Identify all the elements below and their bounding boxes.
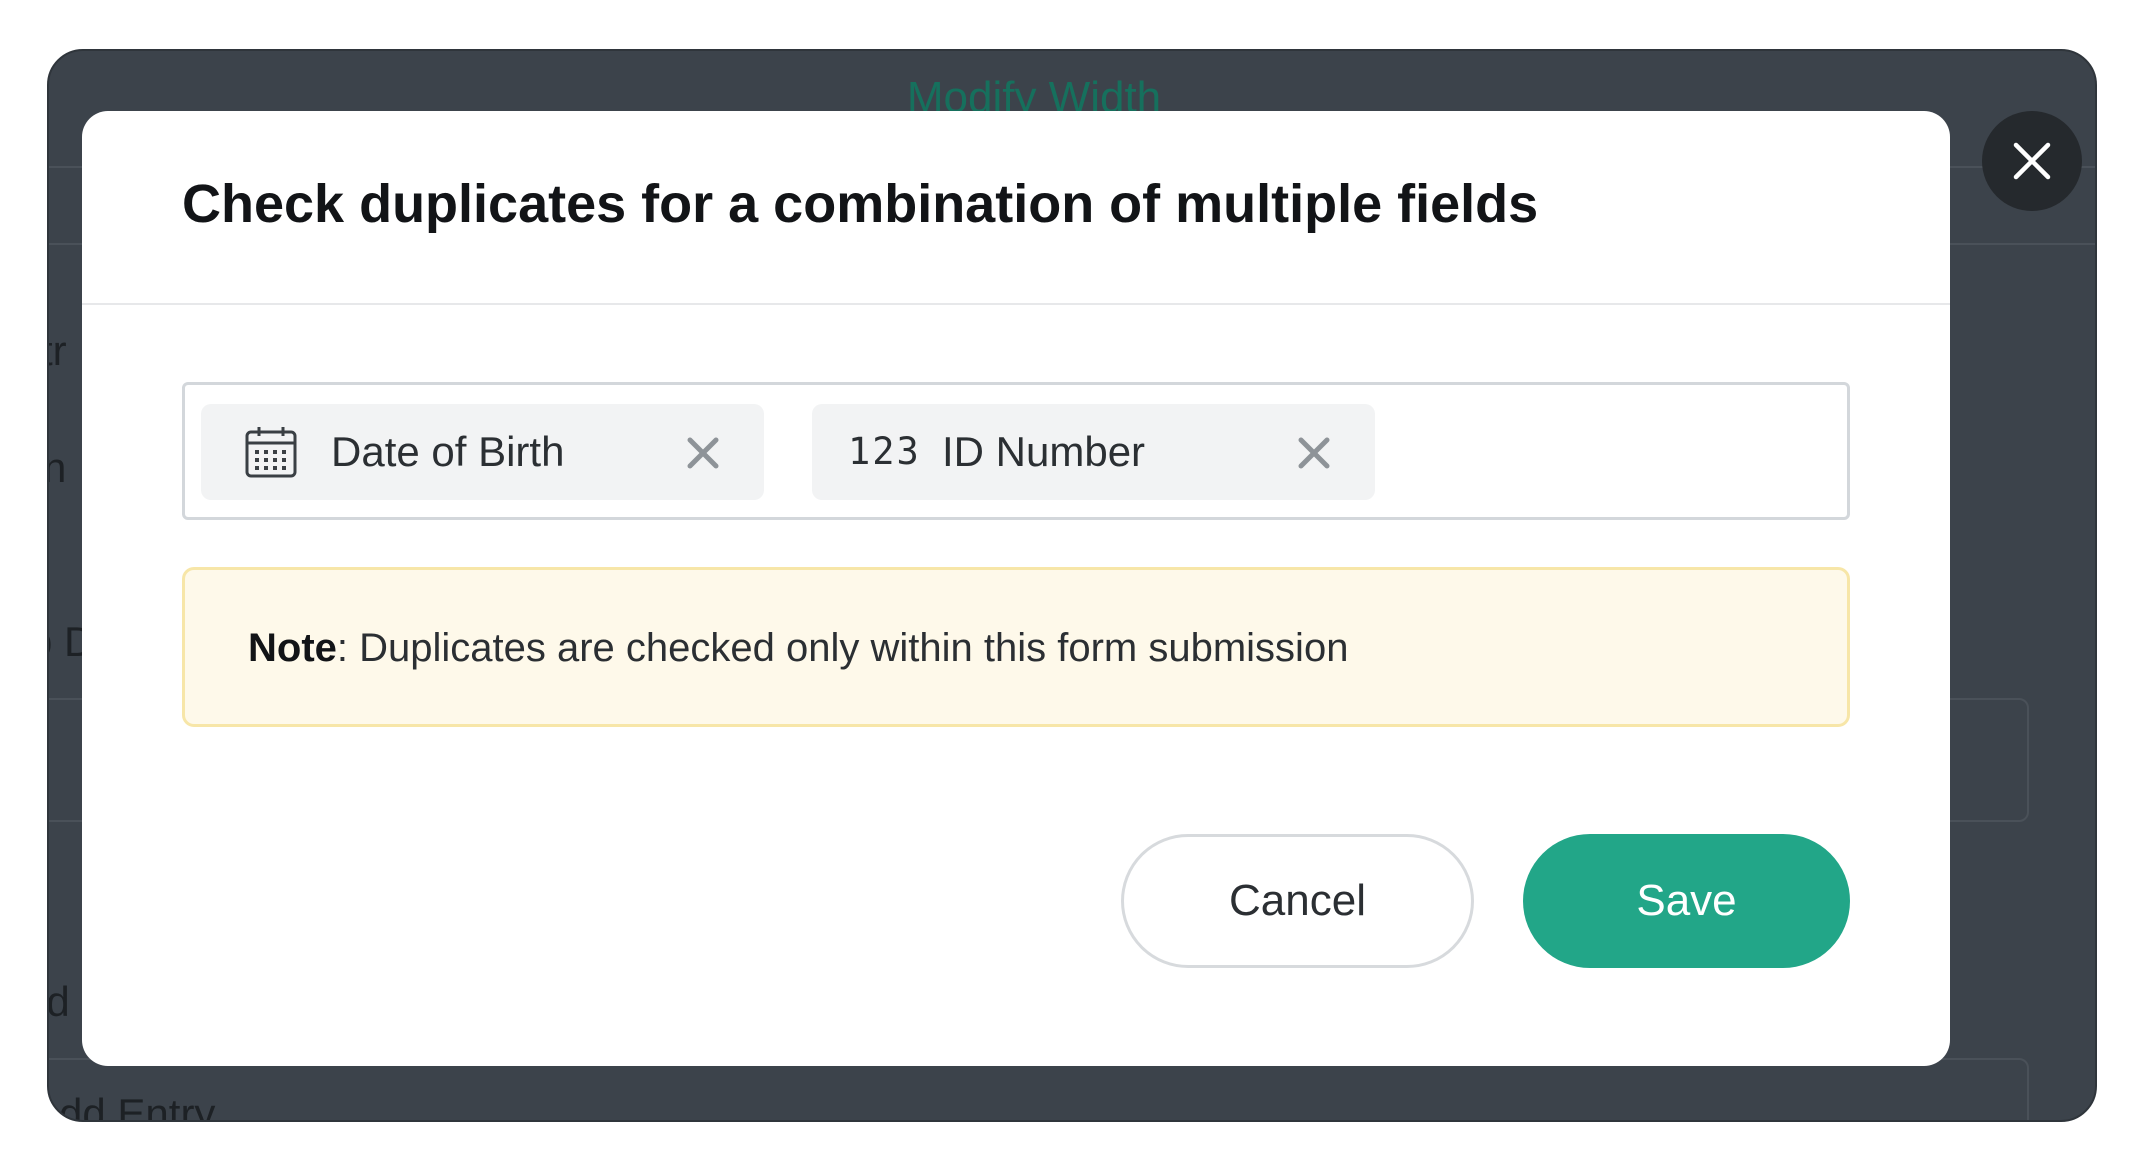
close-icon: [2013, 142, 2051, 180]
note-label: Note: [248, 626, 337, 670]
field-chip-label: ID Number: [942, 428, 1146, 475]
fields-multiselect[interactable]: Date of Birth 123 ID Number: [182, 382, 1850, 520]
note-text: Note: Duplicates are checked only within…: [248, 624, 1348, 672]
background-add-entry-field: [49, 1058, 2029, 1120]
cancel-button[interactable]: Cancel: [1121, 834, 1474, 968]
field-chip-label: Date of Birth: [331, 428, 565, 475]
modal-title: Check duplicates for a combination of mu…: [182, 174, 1539, 234]
field-chip-date-of-birth: Date of Birth: [201, 404, 764, 500]
modal-header: Check duplicates for a combination of mu…: [82, 111, 1950, 305]
background-label: n: [49, 444, 66, 492]
background-label: tr: [49, 327, 67, 374]
number-123-icon: 123: [848, 430, 921, 473]
note-banner: Note: Duplicates are checked only within…: [182, 567, 1850, 727]
remove-field-icon[interactable]: [684, 434, 722, 472]
field-chip-id-number: 123 ID Number: [812, 404, 1375, 500]
remove-field-icon[interactable]: [1295, 434, 1333, 472]
check-duplicates-modal: Check duplicates for a combination of mu…: [82, 111, 1950, 1066]
calendar-icon: [245, 427, 297, 478]
background-add-entry-text: Add Entry: [47, 1090, 216, 1122]
note-message: : Duplicates are checked only within thi…: [336, 626, 1349, 670]
background-label: ld: [47, 978, 70, 1025]
save-button[interactable]: Save: [1523, 834, 1850, 968]
close-modal-button[interactable]: [1982, 111, 2082, 211]
